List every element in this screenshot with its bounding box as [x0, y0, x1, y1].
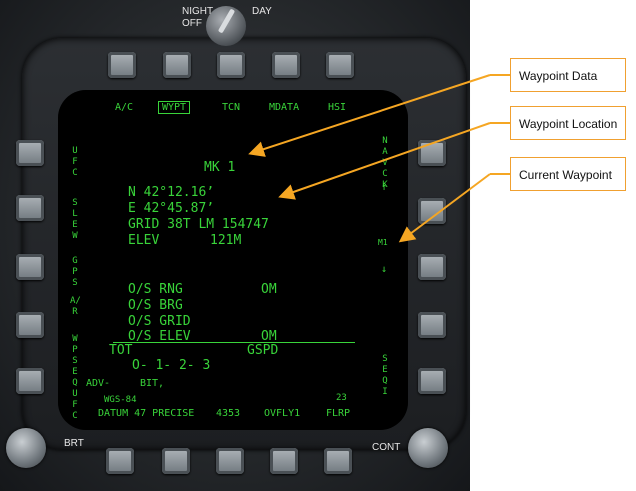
arrow-current-waypoint	[398, 173, 491, 243]
arrow-waypoint-data	[248, 74, 491, 157]
callout-arrows	[248, 74, 510, 243]
